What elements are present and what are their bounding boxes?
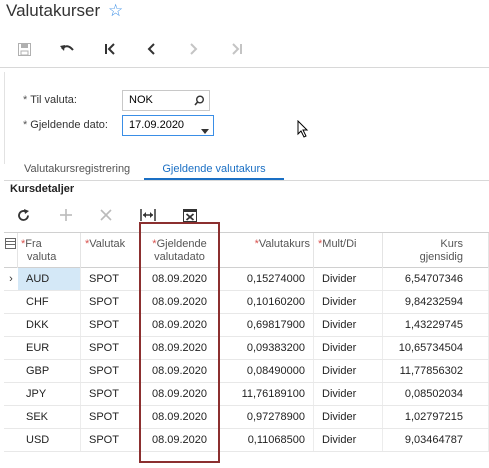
save-icon[interactable] bbox=[13, 38, 35, 60]
tab-bar: Valutakursregistrering Gjeldende valutak… bbox=[4, 158, 489, 182]
prev-icon[interactable] bbox=[140, 38, 162, 60]
cell-type[interactable]: SPOT bbox=[81, 291, 141, 313]
cell-mult[interactable]: Divider bbox=[314, 383, 383, 405]
cell-from[interactable]: JPY bbox=[18, 383, 81, 405]
annotation-highlight-box bbox=[139, 222, 220, 463]
dato-field[interactable]: 17.09.2020 bbox=[122, 115, 214, 136]
dato-label: * Gjeldende dato: bbox=[23, 119, 108, 131]
filter-form: * Til valuta: NOK * Gjeldende dato: 17.09.… bbox=[4, 72, 489, 164]
title-bar: Valutakurser ☆ bbox=[0, 0, 489, 26]
search-icon[interactable] bbox=[194, 94, 205, 113]
til-valuta-field[interactable]: NOK bbox=[122, 90, 210, 111]
table-row[interactable]: GBP SPOT 08.09.2020 0,08490000 Divider 1… bbox=[4, 360, 489, 383]
cell-type[interactable]: SPOT bbox=[81, 406, 141, 428]
cell-from[interactable]: USD bbox=[18, 429, 81, 451]
main-toolbar bbox=[0, 32, 489, 68]
table-row[interactable]: USD SPOT 08.09.2020 0,11068500 Divider 9… bbox=[4, 429, 489, 452]
cell-recip: 9,03464787 bbox=[383, 429, 489, 451]
cell-rate[interactable]: 0,69817900 bbox=[219, 314, 314, 336]
refresh-icon[interactable] bbox=[13, 205, 33, 225]
cell-mult[interactable]: Divider bbox=[314, 291, 383, 313]
cell-from[interactable]: EUR bbox=[18, 337, 81, 359]
cell-rate[interactable]: 11,76189100 bbox=[219, 383, 314, 405]
cell-type[interactable]: SPOT bbox=[81, 268, 141, 290]
cell-recip: 0,08502034 bbox=[383, 383, 489, 405]
delete-icon[interactable] bbox=[96, 205, 116, 225]
col-valutakurstype[interactable]: *Valutak bbox=[81, 233, 141, 268]
table-row[interactable]: CHF SPOT 08.09.2020 0,10160200 Divider 9… bbox=[4, 291, 489, 314]
cell-recip: 9,84232594 bbox=[383, 291, 489, 313]
tabs-divider bbox=[4, 180, 489, 181]
cell-rate[interactable]: 0,11068500 bbox=[219, 429, 314, 451]
cell-from[interactable]: SEK bbox=[18, 406, 81, 428]
grid-header: *Fra valuta *Valutak *Gjeldende valutadato… bbox=[4, 232, 489, 268]
cell-mult[interactable]: Divider bbox=[314, 429, 383, 451]
page-title: Valutakurser bbox=[6, 1, 101, 20]
cell-type[interactable]: SPOT bbox=[81, 337, 141, 359]
grid-toolbar bbox=[4, 199, 489, 231]
table-row[interactable]: DKK SPOT 08.09.2020 0,69817900 Divider 1… bbox=[4, 314, 489, 337]
cell-from[interactable]: GBP bbox=[18, 360, 81, 382]
cell-from[interactable]: DKK bbox=[18, 314, 81, 336]
cell-type[interactable]: SPOT bbox=[81, 314, 141, 336]
cell-recip: 11,77856302 bbox=[383, 360, 489, 382]
cell-type[interactable]: SPOT bbox=[81, 383, 141, 405]
mouse-cursor-icon bbox=[297, 119, 309, 141]
cell-mult[interactable]: Divider bbox=[314, 268, 383, 290]
cell-rate[interactable]: 0,15274000 bbox=[219, 268, 314, 290]
cell-recip: 6,54707346 bbox=[383, 268, 489, 290]
cell-type[interactable]: SPOT bbox=[81, 429, 141, 451]
cell-from[interactable]: AUD bbox=[18, 268, 81, 290]
table-row[interactable]: SEK SPOT 08.09.2020 0,97278900 Divider 1… bbox=[4, 406, 489, 429]
til-valuta-label: * Til valuta: bbox=[23, 94, 77, 106]
cell-from[interactable]: CHF bbox=[18, 291, 81, 313]
section-title: Kursdetaljer bbox=[10, 183, 75, 195]
cell-recip: 1,02797215 bbox=[383, 406, 489, 428]
cell-recip: 10,65734504 bbox=[383, 337, 489, 359]
cell-rate[interactable]: 0,10160200 bbox=[219, 291, 314, 313]
table-row[interactable]: EUR SPOT 08.09.2020 0,09383200 Divider 1… bbox=[4, 337, 489, 360]
grid-settings-icon[interactable] bbox=[4, 233, 18, 268]
cell-rate[interactable]: 0,09383200 bbox=[219, 337, 314, 359]
undo-icon[interactable] bbox=[56, 38, 78, 60]
cell-recip: 1,43229745 bbox=[383, 314, 489, 336]
add-icon[interactable] bbox=[56, 205, 76, 225]
last-icon[interactable] bbox=[226, 38, 248, 60]
col-valutakurs[interactable]: *Valutakurs bbox=[219, 233, 314, 268]
cell-rate[interactable]: 0,97278900 bbox=[219, 406, 314, 428]
col-mult-div[interactable]: *Mult/Di bbox=[314, 233, 383, 268]
first-icon[interactable] bbox=[99, 38, 121, 60]
cell-mult[interactable]: Divider bbox=[314, 314, 383, 336]
table-row[interactable]: JPY SPOT 08.09.2020 11,76189100 Divider … bbox=[4, 383, 489, 406]
col-fra-valuta[interactable]: *Fra valuta bbox=[18, 233, 81, 268]
tab-gjeldende-valutakurs[interactable]: Gjeldende valutakurs bbox=[144, 158, 284, 180]
cell-mult[interactable]: Divider bbox=[314, 406, 383, 428]
col-kurs-gjensidig[interactable]: Kurs gjensidig bbox=[383, 233, 489, 268]
tab-valutakursregistrering[interactable]: Valutakursregistrering bbox=[24, 158, 130, 180]
cell-type[interactable]: SPOT bbox=[81, 360, 141, 382]
dropdown-icon[interactable] bbox=[201, 122, 209, 141]
next-icon[interactable] bbox=[183, 38, 205, 60]
cell-mult[interactable]: Divider bbox=[314, 337, 383, 359]
table-row[interactable]: › AUD SPOT 08.09.2020 0,15274000 Divider… bbox=[4, 268, 489, 291]
row-selector-icon[interactable]: › bbox=[4, 268, 18, 290]
cell-rate[interactable]: 0,08490000 bbox=[219, 360, 314, 382]
star-icon[interactable]: ☆ bbox=[108, 1, 123, 21]
cell-mult[interactable]: Divider bbox=[314, 360, 383, 382]
